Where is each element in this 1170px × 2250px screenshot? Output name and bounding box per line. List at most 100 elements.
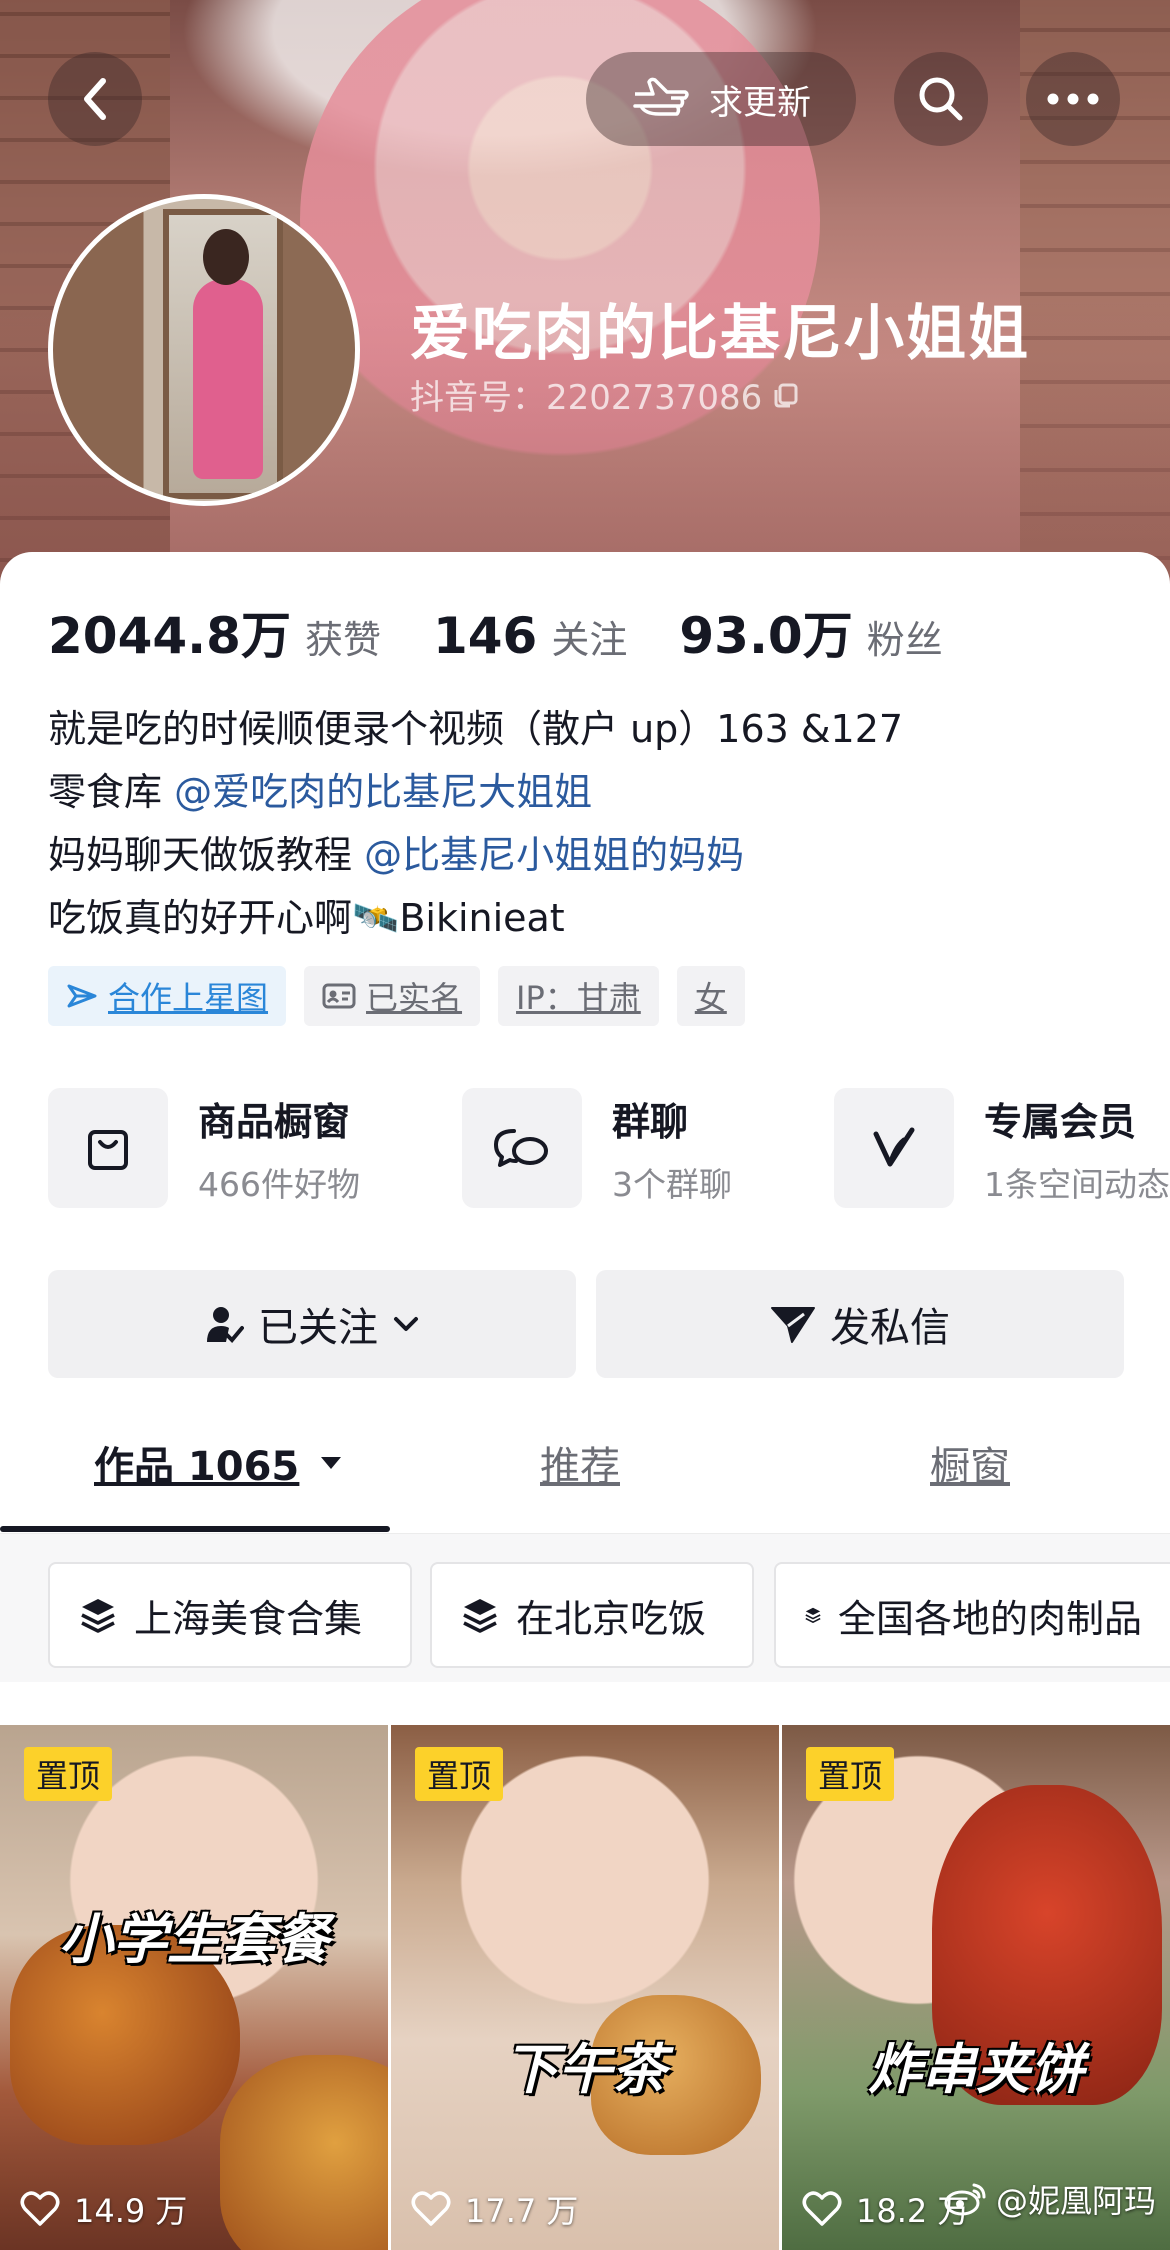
video-title: 下午茶 bbox=[504, 2038, 666, 2101]
feature-title: 商品橱窗 bbox=[198, 1099, 351, 1144]
likes-count-label: 14.9 万 bbox=[74, 2192, 188, 2230]
douyin-id-text: 抖音号：2202737086 bbox=[410, 378, 763, 418]
request-update-label: 求更新 bbox=[709, 82, 811, 123]
pinned-badge: 置顶 bbox=[806, 1747, 895, 1801]
bio-line: 吃饭真的好开心啊🛰️Bikinieat bbox=[48, 896, 565, 940]
showcase-entry[interactable]: 商品橱窗 466件好物 bbox=[48, 1088, 360, 1208]
ip-tag[interactable]: IP：甘肃 bbox=[498, 966, 659, 1026]
more-button[interactable] bbox=[1026, 52, 1120, 146]
verified-label: 已实名 bbox=[366, 979, 463, 1017]
tab-works-label: 作品 1065 bbox=[94, 1444, 300, 1490]
video-thumbnail[interactable]: 置顶 小学生套餐 14.9 万 bbox=[0, 1725, 388, 2250]
chat-bubbles-icon bbox=[494, 1129, 548, 1167]
send-message-button[interactable]: 发私信 bbox=[596, 1270, 1124, 1378]
thumbnail-food bbox=[220, 2055, 388, 2250]
feature-icon-box bbox=[834, 1088, 954, 1208]
bio-line: 就是吃的时候顺便录个视频（散户 up）163 &127 bbox=[48, 707, 904, 751]
bio-line: 妈妈聊天做饭教程 @比基尼小姐姐的妈妈 bbox=[48, 824, 903, 887]
mention-link[interactable]: @比基尼小姐姐的妈妈 bbox=[364, 833, 744, 877]
heart-icon bbox=[411, 2191, 451, 2226]
collection-chips: 上海美食合集 在北京吃饭 全国各地的肉制品 bbox=[0, 1534, 1170, 1682]
send-message-label: 发私信 bbox=[830, 1305, 950, 1351]
video-thumbnail[interactable]: 置顶 下午茶 17.7 万 bbox=[391, 1725, 779, 2250]
profile-stats: 2044.8万 获赞 146 关注 93.0万 粉丝 bbox=[48, 596, 995, 668]
feature-entries: 商品橱窗 466件好物 群聊 3个群聊 专属会员 1条空间动态 bbox=[48, 1088, 1170, 1212]
video-title: 炸串夹饼 bbox=[868, 2038, 1084, 2101]
video-grid: 置顶 小学生套餐 14.9 万 置顶 下午茶 17.7 万 置顶 炸串夹饼 18… bbox=[0, 1725, 1170, 2250]
gender-tag[interactable]: 女 bbox=[676, 966, 745, 1026]
membership-entry[interactable]: 专属会员 1条空间动态 bbox=[834, 1088, 1170, 1208]
group-chat-entry[interactable]: 群聊 3个群聊 bbox=[462, 1088, 732, 1208]
likes-count: 2044.8万 bbox=[48, 607, 291, 665]
video-thumbnail[interactable]: 置顶 炸串夹饼 18.2 万 bbox=[782, 1725, 1170, 2250]
profile-username: 爱吃肉的比基尼小姐姐 bbox=[410, 299, 1030, 369]
copy-icon[interactable] bbox=[772, 381, 800, 409]
feature-subtitle: 3个群聊 bbox=[612, 1164, 732, 1204]
douyin-id[interactable]: 抖音号：2202737086 bbox=[410, 370, 800, 419]
collection-label: 在北京吃饭 bbox=[516, 1596, 707, 1641]
pointing-hand-icon bbox=[633, 77, 689, 116]
layers-icon bbox=[81, 1599, 115, 1633]
profile-tags: 合作上星图 已实名 IP：甘肃 女 bbox=[48, 966, 745, 1026]
followers-label[interactable]: 粉丝 bbox=[867, 609, 943, 664]
heart-icon bbox=[802, 2191, 842, 2226]
bio-line: 零食库 @爱吃肉的比基尼大姐姐 bbox=[48, 761, 903, 824]
profile-card: 2044.8万 获赞 146 关注 93.0万 粉丝 就是吃的时候顺便录个视频（… bbox=[0, 552, 1170, 2250]
bio-text: 零食库 bbox=[48, 770, 175, 814]
chevron-down-icon bbox=[394, 1317, 418, 1331]
following-label[interactable]: 关注 bbox=[551, 609, 627, 664]
pinned-badge: 置顶 bbox=[24, 1747, 113, 1801]
id-card-icon bbox=[322, 983, 356, 1009]
weibo-icon bbox=[944, 2183, 986, 2216]
vip-v-icon bbox=[873, 1127, 915, 1167]
watermark: @妮凰阿玛 bbox=[944, 2176, 1156, 2222]
collection-chip[interactable]: 上海美食合集 bbox=[48, 1562, 412, 1668]
following-count[interactable]: 146 bbox=[433, 607, 537, 665]
pinned-badge: 置顶 bbox=[415, 1747, 504, 1801]
likes-label: 获赞 bbox=[304, 618, 381, 662]
more-dots-icon bbox=[1047, 93, 1099, 105]
heart-icon bbox=[20, 2191, 60, 2226]
video-likes: 14.9 万 bbox=[20, 2186, 187, 2232]
video-likes: 17.7 万 bbox=[411, 2186, 578, 2232]
mention-link[interactable]: @爱吃肉的比基尼大姐姐 bbox=[174, 770, 592, 814]
collection-chip[interactable]: 全国各地的肉制品 bbox=[774, 1562, 1170, 1668]
profile-bio: 就是吃的时候顺便录个视频（散户 up）163 &127 零食库 @爱吃肉的比基尼… bbox=[48, 698, 903, 950]
verified-tag[interactable]: 已实名 bbox=[304, 966, 481, 1026]
bio-text: 妈妈聊天做饭教程 bbox=[48, 833, 365, 877]
star-map-tag[interactable]: 合作上星图 bbox=[48, 966, 287, 1026]
shopping-bag-icon bbox=[88, 1130, 128, 1170]
collection-chip[interactable]: 在北京吃饭 bbox=[430, 1562, 754, 1668]
star-map-label: 合作上星图 bbox=[108, 979, 269, 1017]
chevron-left-icon bbox=[84, 78, 106, 120]
avatar-figure bbox=[193, 279, 263, 479]
layers-icon bbox=[805, 1607, 821, 1623]
request-update-button[interactable]: 求更新 bbox=[586, 52, 856, 146]
collection-label: 全国各地的肉制品 bbox=[837, 1596, 1142, 1641]
send-icon bbox=[771, 1307, 815, 1343]
watermark-text: @妮凰阿玛 bbox=[995, 2182, 1156, 2220]
user-check-icon bbox=[207, 1307, 244, 1343]
avatar[interactable] bbox=[48, 194, 360, 506]
caret-down-icon bbox=[321, 1457, 342, 1469]
feature-title: 专属会员 bbox=[984, 1099, 1137, 1144]
profile-actions: 已关注 发私信 bbox=[48, 1270, 1124, 1378]
followed-label: 已关注 bbox=[258, 1305, 378, 1351]
followers-count[interactable]: 93.0万 bbox=[679, 596, 852, 668]
tab-works[interactable]: 作品 1065 bbox=[94, 1434, 343, 1492]
tab-recommend[interactable]: 推荐 bbox=[540, 1434, 620, 1492]
followed-button[interactable]: 已关注 bbox=[48, 1270, 576, 1378]
likes-count-label: 17.7 万 bbox=[465, 2192, 579, 2230]
back-button[interactable] bbox=[48, 52, 142, 146]
feature-icon-box bbox=[48, 1088, 168, 1208]
layers-icon bbox=[463, 1599, 497, 1633]
content-tabs: 作品 1065 推荐 橱窗 bbox=[0, 1414, 1170, 1534]
feature-icon-box bbox=[462, 1088, 582, 1208]
search-icon bbox=[919, 77, 963, 121]
tab-showcase[interactable]: 橱窗 bbox=[930, 1434, 1010, 1492]
search-button[interactable] bbox=[894, 52, 988, 146]
feature-subtitle: 466件好物 bbox=[198, 1164, 360, 1204]
feature-subtitle: 1条空间动态 bbox=[984, 1164, 1170, 1204]
video-title: 小学生套餐 bbox=[59, 1908, 329, 1971]
feature-title: 群聊 bbox=[612, 1099, 689, 1144]
